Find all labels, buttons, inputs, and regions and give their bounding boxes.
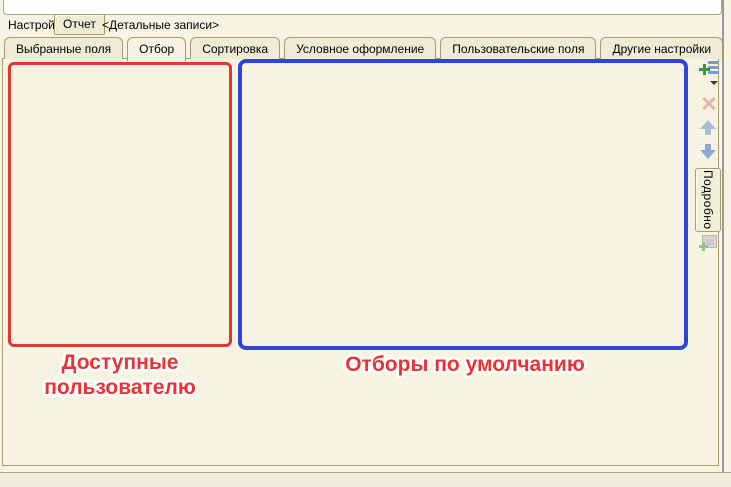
report-button[interactable]: Отчет <box>54 14 105 35</box>
bottom-strip <box>0 472 731 487</box>
right-annotation: Отборы по умолчанию <box>310 352 620 377</box>
plus-icon-v <box>703 64 706 75</box>
down-arrow-icon <box>700 150 716 159</box>
group-plus-icon-v <box>702 242 705 251</box>
variant-name: <Детальные записи> <box>102 18 219 32</box>
up-arrow-stem <box>705 129 711 135</box>
delete-button[interactable] <box>700 95 718 113</box>
tab-0[interactable]: Выбранные поля <box>4 37 123 59</box>
add-button[interactable] <box>699 60 721 87</box>
add-group-button[interactable] <box>699 234 717 252</box>
settings-window: Настройки: Отчет <Детальные записи> Выбр… <box>0 0 731 487</box>
tab-3[interactable]: Условное оформление <box>284 37 436 59</box>
left-annotation-line2: пользователю <box>10 375 230 400</box>
tab-1[interactable]: Отбор <box>127 37 186 61</box>
window-right-border <box>722 0 724 472</box>
detail-button[interactable]: Подробно <box>695 168 721 232</box>
tab-5[interactable]: Другие настройки <box>600 37 723 59</box>
dropdown-arrow-icon[interactable] <box>710 81 718 85</box>
left-highlight-rect <box>8 62 232 347</box>
left-annotation-line1: Доступные <box>10 350 230 375</box>
variant-field-bottom <box>3 0 722 15</box>
move-down-button[interactable] <box>700 143 716 161</box>
tab-2[interactable]: Сортировка <box>190 37 280 59</box>
right-highlight-rect <box>238 59 688 350</box>
tab-bar: Выбранные поляОтборСортировкаУсловное оф… <box>4 37 727 59</box>
up-arrow-icon <box>700 120 716 129</box>
tab-4[interactable]: Пользовательские поля <box>440 37 596 59</box>
move-up-button[interactable] <box>700 118 716 136</box>
left-annotation: Доступные пользователю <box>10 350 230 400</box>
